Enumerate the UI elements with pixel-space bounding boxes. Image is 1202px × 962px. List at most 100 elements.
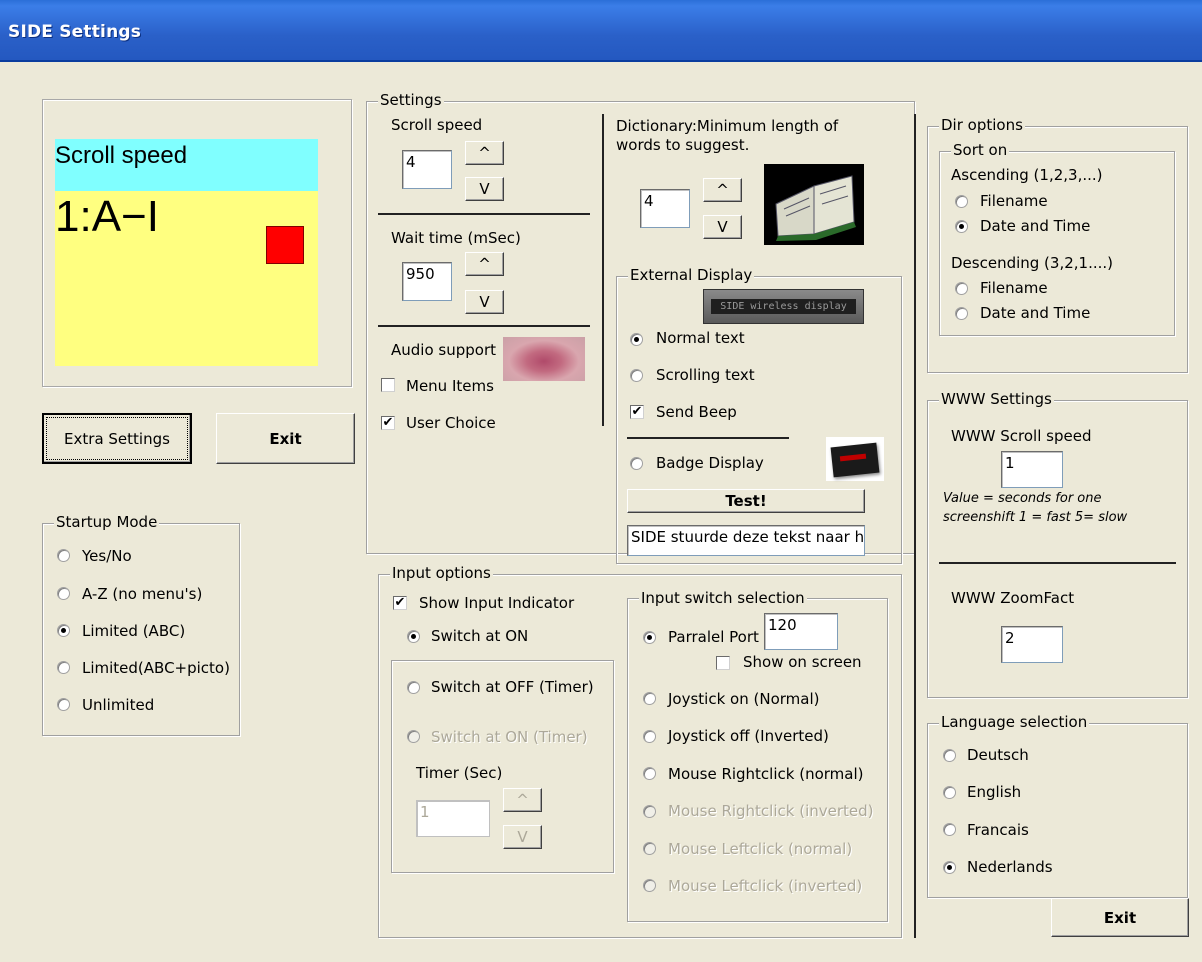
wait-time-up-button[interactable]: ^ [465, 252, 504, 276]
mouse-right-inverted-radio[interactable] [643, 805, 656, 818]
startup-yesno-radio[interactable] [57, 549, 70, 562]
down-glyph: V [717, 218, 728, 236]
external-display-legend: External Display [628, 266, 755, 284]
exit-bottom-button[interactable]: Exit [1051, 898, 1189, 937]
test-label: Test! [725, 492, 767, 510]
menu-items-label: Menu Items [406, 377, 494, 395]
timer-input[interactable]: 1 [416, 800, 490, 837]
wait-time-down-button[interactable]: V [465, 290, 504, 314]
www-note-line2: screenshift 1 = fast 5= slow [943, 510, 1128, 525]
menu-items-checkbox[interactable] [381, 378, 395, 392]
switch-at-on-label: Switch at ON [431, 627, 529, 645]
mouse-left-inverted-label: Mouse Leftclick (inverted) [668, 877, 863, 895]
timer-up-button[interactable]: ^ [503, 788, 542, 812]
scroll-speed-label: Scroll speed [391, 116, 483, 134]
switch-off-timer-label: Switch at OFF (Timer) [431, 678, 594, 696]
badge-image [826, 437, 884, 481]
badge-display-radio[interactable] [630, 457, 643, 470]
badge-display-label: Badge Display [656, 454, 764, 472]
send-beep-checkbox[interactable]: ✔ [630, 405, 644, 419]
language-english-label: English [967, 783, 1022, 801]
scroll-speed-input[interactable]: 4 [402, 150, 452, 189]
normal-text-label: Normal text [656, 329, 745, 347]
www-zoom-label: WWW ZoomFact [951, 589, 1075, 607]
startup-limited-picto-radio[interactable] [57, 661, 70, 674]
show-on-screen-checkbox[interactable] [716, 656, 730, 670]
language-francais-radio[interactable] [943, 823, 956, 836]
down-glyph: V [479, 293, 490, 311]
input-switch-legend: Input switch selection [639, 589, 807, 607]
switch-off-timer-radio[interactable] [407, 681, 420, 694]
startup-az-label: A-Z (no menu's) [82, 585, 203, 603]
window-title: SIDE Settings [8, 22, 142, 42]
divider [378, 213, 590, 215]
asc-filename-radio[interactable] [955, 195, 968, 208]
asc-date-label: Date and Time [980, 217, 1091, 235]
preview-value: 1:A−I [55, 192, 159, 241]
startup-unlimited-radio[interactable] [57, 698, 70, 711]
desc-filename-label: Filename [980, 279, 1048, 297]
startup-limited-label: Limited (ABC) [82, 622, 186, 640]
dictionary-label-line2: words to suggest. [616, 136, 750, 154]
test-button[interactable]: Test! [627, 489, 865, 513]
joystick-on-radio[interactable] [643, 692, 656, 705]
mouse-right-normal-radio[interactable] [643, 767, 656, 780]
extra-settings-label: Extra Settings [64, 429, 170, 448]
wireless-display-image: SIDE wireless display [703, 289, 864, 324]
show-input-indicator-checkbox[interactable]: ✔ [393, 596, 407, 610]
www-settings-legend: WWW Settings [939, 390, 1054, 408]
divider [378, 325, 590, 327]
parallel-port-radio[interactable] [643, 631, 656, 644]
timer-down-button[interactable]: V [503, 825, 542, 849]
startup-limited-picto-label: Limited(ABC+picto) [82, 659, 230, 677]
dictionary-up-button[interactable]: ^ [703, 178, 742, 202]
exit-button[interactable]: Exit [216, 413, 355, 464]
language-english-radio[interactable] [943, 786, 956, 799]
switch-at-on-radio[interactable] [407, 630, 420, 643]
input-options-legend: Input options [390, 564, 493, 582]
dictionary-book-image [764, 164, 864, 245]
divider [914, 114, 916, 938]
title-bar: SIDE Settings [0, 0, 1202, 62]
language-deutsch-radio[interactable] [943, 749, 956, 762]
descending-label: Descending (3,2,1....) [951, 254, 1114, 272]
joystick-off-radio[interactable] [643, 730, 656, 743]
timer-label: Timer (Sec) [416, 764, 503, 782]
scroll-speed-down-button[interactable]: V [465, 177, 504, 201]
up-glyph: ^ [516, 791, 529, 809]
down-glyph: V [517, 828, 528, 846]
asc-date-radio[interactable] [955, 220, 968, 233]
language-nederlands-radio[interactable] [943, 861, 956, 874]
startup-limited-radio[interactable] [57, 624, 70, 637]
mouse-left-normal-radio[interactable] [643, 842, 656, 855]
parallel-port-input[interactable]: 120 [764, 613, 838, 650]
desc-filename-radio[interactable] [955, 282, 968, 295]
www-note-line1: Value = seconds for one [943, 491, 1102, 506]
normal-text-radio[interactable] [630, 333, 643, 346]
exit-label: Exit [269, 429, 302, 448]
wait-time-input[interactable]: 950 [402, 262, 452, 301]
language-deutsch-label: Deutsch [967, 746, 1029, 764]
external-message-input[interactable]: SIDE stuurde deze tekst naar h [627, 525, 865, 556]
mouse-left-inverted-radio[interactable] [643, 879, 656, 892]
scrolling-text-radio[interactable] [630, 369, 643, 382]
joystick-on-label: Joystick on (Normal) [668, 690, 820, 708]
user-choice-checkbox[interactable]: ✔ [381, 416, 395, 430]
language-francais-label: Francais [967, 821, 1029, 839]
mouse-right-inverted-label: Mouse Rightclick (inverted) [668, 802, 874, 820]
audio-support-label: Audio support [391, 341, 496, 359]
dictionary-down-button[interactable]: V [703, 215, 742, 239]
startup-az-radio[interactable] [57, 587, 70, 600]
preview-marker [266, 226, 304, 264]
startup-yesno-label: Yes/No [82, 547, 132, 565]
user-choice-label: User Choice [406, 414, 496, 432]
www-zoom-input[interactable]: 2 [1001, 626, 1063, 663]
desc-date-radio[interactable] [955, 307, 968, 320]
scroll-speed-up-button[interactable]: ^ [465, 141, 504, 165]
www-scroll-label: WWW Scroll speed [951, 427, 1092, 445]
www-scroll-input[interactable]: 1 [1001, 451, 1063, 488]
dictionary-length-input[interactable]: 4 [640, 189, 690, 228]
switch-on-timer-radio[interactable] [407, 730, 420, 743]
extra-settings-button[interactable]: Extra Settings [42, 413, 192, 464]
show-on-screen-label: Show on screen [743, 653, 862, 671]
